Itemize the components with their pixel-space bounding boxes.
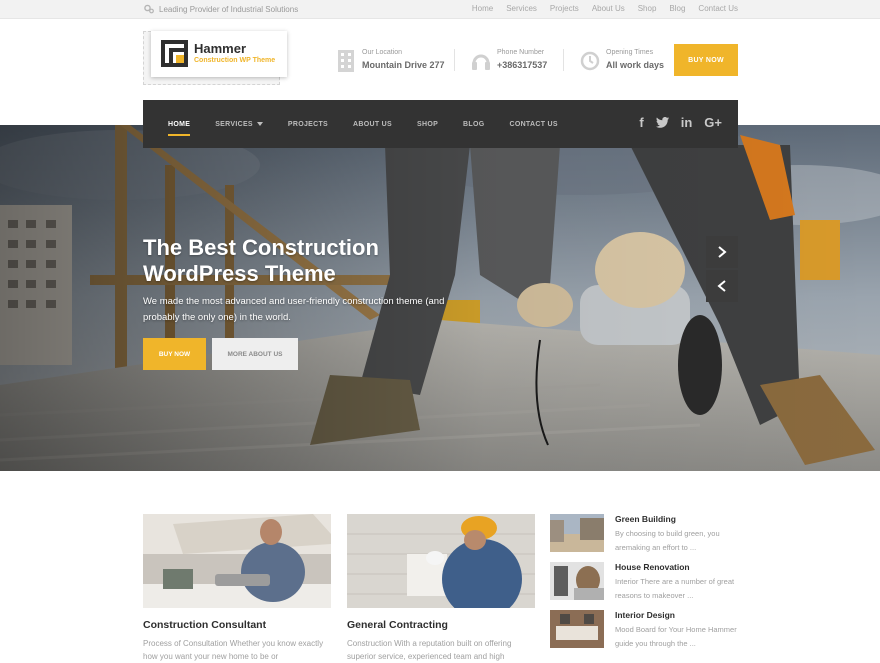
post-item[interactable]: House Renovation Interior There are a nu… [550,562,738,602]
chevron-down-icon [256,122,263,126]
service-card[interactable]: Construction Consultant Process of Consu… [143,514,331,663]
card-description: Construction With a reputation built on … [347,639,512,661]
social-links: f in G+ [639,115,722,130]
logo-mark-icon [161,40,188,67]
nav-shop[interactable]: SHOP [417,121,438,128]
post-title[interactable]: Interior Design [615,610,675,620]
toplink-shop[interactable]: Shop [638,4,657,13]
gears-icon [144,4,154,14]
nav-blog[interactable]: BLOG [463,121,484,128]
hero-title: The Best Construction WordPress Theme [143,235,379,286]
nav-projects[interactable]: PROJECTS [288,121,328,128]
facebook-icon[interactable]: f [639,115,643,130]
divider [454,49,455,71]
nav-contact[interactable]: CONTACT US [509,121,557,128]
chevron-left-icon [717,280,726,292]
tagline-text: Leading Provider of Industrial Solutions [159,4,299,14]
hero-buy-button[interactable]: BUY NOW [143,338,206,370]
post-thumbnail [550,562,604,600]
logo-subtitle: Construction WP Theme [194,57,276,64]
nav-services-label: SERVICES [215,120,253,128]
nav-home[interactable]: HOME [168,121,191,136]
location-label: Our Location [362,49,403,56]
post-thumbnail [550,514,604,552]
card-title: Construction Consultant [143,619,267,631]
toplink-services[interactable]: Services [506,4,537,13]
post-excerpt: Interior There are a number of great rea… [615,577,735,600]
toplink-projects[interactable]: Projects [550,4,579,13]
chevron-right-icon [718,246,727,258]
post-item[interactable]: Green Building By choosing to build gree… [550,514,738,554]
hours-value: All work days [606,60,665,70]
hero-text: We made the most advanced and user-frien… [143,296,445,323]
twitter-icon[interactable] [655,117,669,128]
post-excerpt: Mood Board for Your Home Hammer guide yo… [615,625,737,648]
consultant-image [143,514,331,608]
card-description: Process of Consultation Whether you know… [143,639,324,661]
phone-value: +386317537 [497,60,548,70]
google-plus-icon[interactable]: G+ [704,115,722,130]
nav-services[interactable]: SERVICES [215,121,263,128]
top-links: Home Services Projects About Us Shop Blo… [472,4,738,13]
toplink-home[interactable]: Home [472,4,493,13]
tagline: Leading Provider of Industrial Solutions [144,4,298,14]
post-item[interactable]: Interior Design Mood Board for Your Home… [550,610,738,650]
divider [563,49,564,71]
main-navigation: HOME SERVICES PROJECTS ABOUT US SHOP BLO… [143,100,738,148]
post-title[interactable]: Green Building [615,514,676,524]
slider-prev-button[interactable] [706,270,738,302]
logo-title: Hammer [194,41,247,56]
hours-label: Opening Times [606,49,654,56]
toplink-about[interactable]: About Us [592,4,625,13]
headset-icon [472,54,490,70]
slider-next-button[interactable] [706,236,738,268]
post-title[interactable]: House Renovation [615,562,690,572]
toplink-contact[interactable]: Contact Us [698,4,738,13]
hero-more-button[interactable]: MORE ABOUT US [212,338,298,370]
contracting-image [347,514,535,608]
top-bar: Leading Provider of Industrial Solutions… [0,0,880,19]
nav-about[interactable]: ABOUT US [353,121,392,128]
clock-icon [580,51,600,71]
header-buy-button[interactable]: BUY NOW [674,44,738,76]
post-thumbnail [550,610,604,648]
location-value: Mountain Drive 277 [362,60,445,70]
phone-label: Phone Number [497,49,545,56]
linkedin-icon[interactable]: in [681,115,693,130]
service-card[interactable]: General Contracting Construction With a … [347,514,535,663]
toplink-blog[interactable]: Blog [669,4,685,13]
post-excerpt: By choosing to build green, you aremakin… [615,529,720,552]
card-title: General Contracting [347,619,448,631]
building-icon [338,50,354,72]
logo[interactable]: Hammer Construction WP Theme [151,31,287,77]
